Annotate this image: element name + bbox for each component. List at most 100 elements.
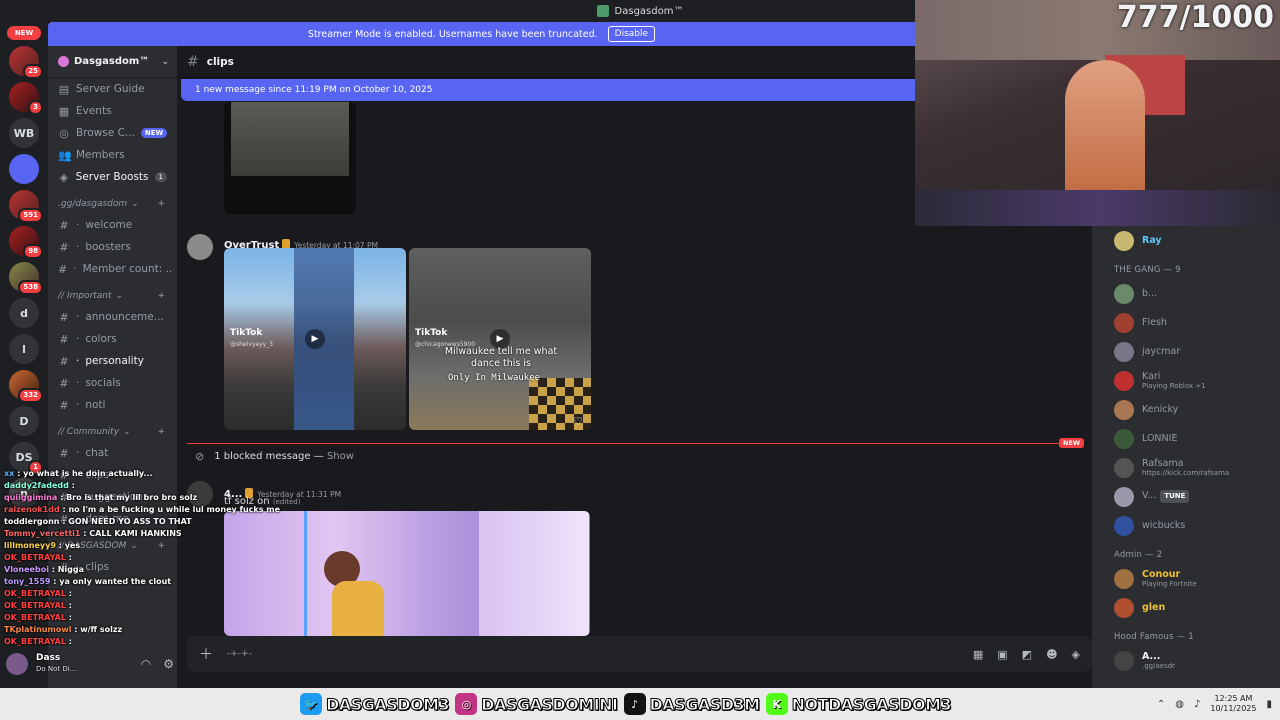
nav-item-browse-c-[interactable]: ◎ Browse C... NEW xyxy=(54,122,171,144)
channel-dot: · xyxy=(76,311,80,323)
channel-item[interactable]: # · Member count: ... xyxy=(54,258,171,280)
gif-icon[interactable]: ▣ xyxy=(997,648,1007,661)
headphones-icon[interactable]: ◠ xyxy=(141,657,151,671)
channel-item[interactable]: # · personality xyxy=(54,350,171,372)
gift-icon[interactable]: ▦ xyxy=(973,648,983,661)
instagram-icon[interactable]: ◎ xyxy=(455,693,478,715)
gear-icon[interactable]: ⚙ xyxy=(163,657,174,671)
server-icon[interactable]: l xyxy=(9,334,39,364)
channel-category[interactable]: // Important ⌄ + xyxy=(54,286,171,306)
server-icon[interactable]: 332 xyxy=(9,370,43,403)
add-channel-icon[interactable]: + xyxy=(157,427,165,437)
avatar[interactable] xyxy=(1114,650,1134,671)
member-item[interactable]: LONNIE xyxy=(1092,424,1280,453)
nav-item-server-boosts[interactable]: ◈ Server Boosts 1 xyxy=(54,166,171,188)
avatar[interactable] xyxy=(1114,486,1134,507)
nav-item-events[interactable]: ▦ Events xyxy=(54,100,171,122)
member-item[interactable]: b... xyxy=(1092,279,1280,308)
avatar[interactable] xyxy=(6,653,28,675)
member-item[interactable]: Kenicky xyxy=(1092,395,1280,424)
avatar[interactable] xyxy=(1114,597,1134,618)
avatar[interactable] xyxy=(1114,283,1134,304)
channel-category[interactable]: // Community ⌄ + xyxy=(54,422,171,442)
channel-category[interactable]: .gg/dasgasdom ⌄ + xyxy=(54,194,171,214)
count-badge: 1 xyxy=(154,172,167,182)
server-icon[interactable]: 98 xyxy=(9,226,43,259)
user-status: Do Not Di... xyxy=(36,665,77,673)
add-channel-icon[interactable]: + xyxy=(157,199,165,209)
avatar[interactable] xyxy=(1114,312,1134,333)
avatar[interactable] xyxy=(1114,428,1134,449)
avatar[interactable] xyxy=(1114,568,1134,589)
channel-item[interactable]: # · chat xyxy=(54,442,171,464)
server-icon[interactable]: 3 xyxy=(9,82,43,115)
server-icon[interactable]: 591 xyxy=(9,190,43,223)
member-item[interactable]: V... TUNE xyxy=(1092,482,1280,511)
sticker-icon[interactable]: ◩ xyxy=(1022,648,1032,661)
nav-item-server-guide[interactable]: ▤ Server Guide xyxy=(54,78,171,100)
social-handle-text: NOTDASGASDOM3 xyxy=(791,694,952,714)
chevron-up-icon[interactable]: ⌃ xyxy=(1157,699,1165,710)
video-attachment[interactable] xyxy=(224,511,590,636)
member-item[interactable]: Ray xyxy=(1092,226,1280,255)
unread-badge: 591 xyxy=(18,208,43,223)
show-blocked-link[interactable]: Show xyxy=(327,451,354,462)
member-item[interactable]: jaycmar xyxy=(1092,337,1280,366)
channel-item[interactable]: # · announceme... xyxy=(54,306,171,328)
member-item[interactable]: Conour Playing Fortnite xyxy=(1092,564,1280,593)
role-icon xyxy=(282,238,291,249)
avatar[interactable] xyxy=(1114,515,1134,536)
channel-item[interactable]: # · noti xyxy=(54,394,171,416)
avatar[interactable] xyxy=(1114,370,1134,391)
game-icon[interactable]: ◈ xyxy=(1072,648,1080,661)
member-item[interactable]: A... .gg/aesdr xyxy=(1092,646,1280,675)
tiktok-icon[interactable]: ♪ xyxy=(623,693,646,715)
chat-separator: : xyxy=(71,625,81,634)
avatar[interactable] xyxy=(187,234,213,260)
new-message-bar[interactable]: 1 new message since 11:19 PM on October … xyxy=(181,79,921,101)
network-icon[interactable]: ◍ xyxy=(1175,699,1184,710)
member-item[interactable]: Rafsama https://kick.com/rafsama xyxy=(1092,453,1280,482)
avatar[interactable] xyxy=(1114,230,1134,251)
disable-button[interactable]: Disable xyxy=(607,26,656,42)
chat-message: CALL KAMI HANKINS xyxy=(89,529,182,538)
member-item[interactable]: wicbucks xyxy=(1092,511,1280,540)
message-composer[interactable]: ＋ -+-+- ▦ ▣ ◩ ☻ ◈ xyxy=(187,636,1092,672)
member-item[interactable]: glen xyxy=(1092,593,1280,622)
member-info: jaycmar xyxy=(1142,346,1180,357)
notification-icon[interactable]: ▮ xyxy=(1266,699,1272,710)
volume-icon[interactable]: ♪ xyxy=(1194,699,1200,710)
channel-name: clips xyxy=(206,55,234,68)
server-icon[interactable]: WB xyxy=(9,118,39,148)
server-icon[interactable]: 25 xyxy=(9,46,43,79)
twitter-icon[interactable]: 🐦 xyxy=(300,693,322,715)
chevron-down-icon[interactable]: ⌄ xyxy=(161,57,169,67)
server-icon[interactable]: d xyxy=(9,298,39,328)
nav-item-members[interactable]: 👥 Members xyxy=(54,144,171,166)
guild-header[interactable]: Dasgasdom™ ⌄ xyxy=(48,46,177,78)
play-icon[interactable]: ▶ xyxy=(305,329,325,349)
heart-icon[interactable]: ♡ xyxy=(573,415,583,428)
server-icon[interactable]: 538 xyxy=(9,262,43,295)
video-attachment[interactable]: TikTok @chicagonews5900 ▶ Milwaukee tell… xyxy=(409,248,591,430)
member-item[interactable]: Flesh xyxy=(1092,308,1280,337)
server-icon[interactable]: D xyxy=(9,406,39,436)
member-name: Kenicky xyxy=(1142,404,1178,415)
emoji-icon[interactable]: ☻ xyxy=(1046,648,1057,661)
kick-icon[interactable]: K xyxy=(765,693,788,715)
avatar[interactable] xyxy=(1114,341,1134,362)
server-icon[interactable] xyxy=(9,154,39,184)
channel-item[interactable]: # · welcome xyxy=(54,214,171,236)
avatar[interactable] xyxy=(1114,399,1134,420)
avatar[interactable] xyxy=(1114,457,1134,478)
previous-clip-thumbnail[interactable] xyxy=(224,102,356,214)
channel-item[interactable]: # · colors xyxy=(54,328,171,350)
clock[interactable]: 12:25 AM 10/11/2025 xyxy=(1210,694,1256,714)
server-label: D xyxy=(19,414,29,428)
member-item[interactable]: Kari Playing Roblox +1 xyxy=(1092,366,1280,395)
channel-item[interactable]: # · socials xyxy=(54,372,171,394)
add-channel-icon[interactable]: + xyxy=(157,291,165,301)
channel-item[interactable]: # · boosters xyxy=(54,236,171,258)
chat-username: TKplatinumowl xyxy=(4,625,72,634)
video-attachment[interactable]: TikTok @shelvyayy_3 ▶ xyxy=(224,248,406,430)
